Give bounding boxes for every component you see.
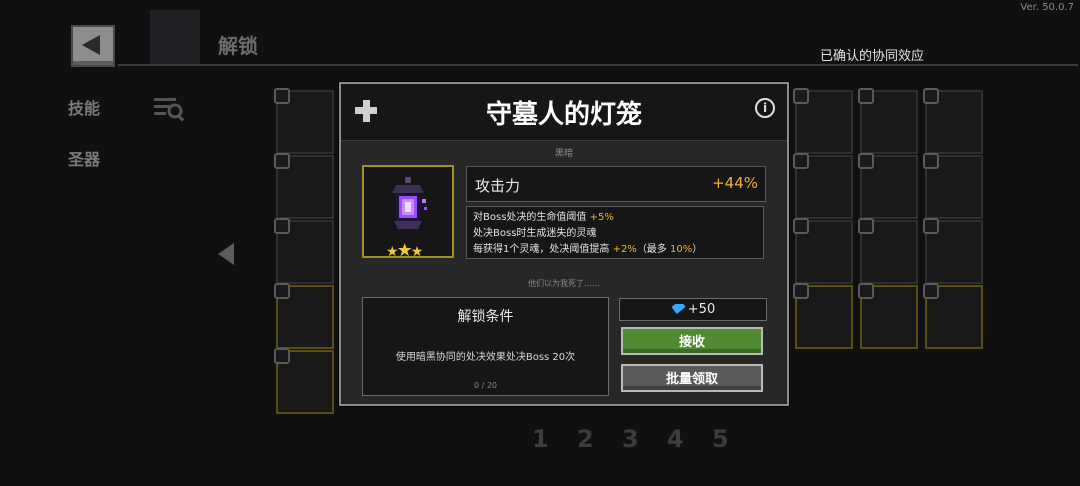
lock-icon xyxy=(858,218,874,234)
lock-icon xyxy=(274,283,290,299)
item-icon-frame: ★★★ xyxy=(362,165,454,261)
grid-slot xyxy=(274,218,334,284)
version-label: Ver. 50.0.7 xyxy=(1020,2,1074,13)
modal-title: 守墓人的灯笼 xyxy=(485,100,642,130)
lock-icon xyxy=(858,283,874,299)
grid-slot xyxy=(923,218,983,284)
prev-page-arrow-icon[interactable] xyxy=(218,243,234,265)
grid-slot xyxy=(858,283,918,349)
page-3[interactable]: 3 xyxy=(622,425,667,453)
confirmed-synergy-label[interactable]: 已确认的协同效应 xyxy=(820,45,924,64)
grid-slot xyxy=(858,153,918,219)
flavor-text: 他们以为我死了…… xyxy=(528,279,600,288)
reward-display: +50 xyxy=(619,298,767,321)
lock-icon xyxy=(274,218,290,234)
page-4[interactable]: 4 xyxy=(667,425,712,453)
grid-slot xyxy=(858,218,918,284)
lock-icon xyxy=(274,153,290,169)
effect-line-2: 处决Boss时生成迷失的灵魂 xyxy=(473,228,597,239)
gem-icon xyxy=(669,304,686,314)
grid-slot xyxy=(793,153,853,219)
grid-slot xyxy=(793,88,853,154)
lock-icon xyxy=(923,88,939,104)
page-1[interactable]: 1 xyxy=(532,425,577,453)
lock-icon xyxy=(274,348,290,364)
grid-slot xyxy=(923,88,983,154)
grid-slot xyxy=(274,88,334,154)
grid-slot xyxy=(274,283,334,349)
lock-icon xyxy=(858,153,874,169)
grid-slot xyxy=(923,283,983,349)
grid-slot xyxy=(793,218,853,284)
lock-icon xyxy=(923,153,939,169)
batch-claim-button[interactable]: 批量领取 xyxy=(621,364,763,392)
reward-amount: +50 xyxy=(687,302,716,317)
lock-icon xyxy=(793,218,809,234)
unlock-condition-panel: 解锁条件 使用暗黑协同的处决效果处决Boss 20次 0 / 20 xyxy=(362,297,609,396)
element-label: 黑暗 xyxy=(554,149,573,159)
grid-slot xyxy=(793,283,853,349)
unlock-condition-title: 解锁条件 xyxy=(457,309,514,325)
grid-slot xyxy=(923,153,983,219)
relic-detail-modal: 守墓人的灯笼 i 黑暗 ★★★ 攻击力 +44% 对Boss处决的生命值阈值 +… xyxy=(339,82,789,406)
unlock-condition-text: 使用暗黑协同的处决效果处决Boss 20次 xyxy=(395,352,576,363)
lock-icon xyxy=(923,283,939,299)
page-2[interactable]: 2 xyxy=(577,425,622,453)
page-title: 解锁 xyxy=(218,34,258,58)
effect-line-1: 对Boss处决的生命值阈值 +5% xyxy=(473,212,614,223)
pagination: 12345 xyxy=(532,425,757,453)
effect-description: 对Boss处决的生命值阈值 +5% 处决Boss时生成迷失的灵魂 每获得1个灵魂… xyxy=(466,206,764,259)
sidebar-item-skills[interactable]: 技能 xyxy=(68,95,100,119)
character-avatar xyxy=(150,10,200,66)
grid-slot xyxy=(274,153,334,219)
grid-slot xyxy=(274,348,334,414)
stat-value: +44% xyxy=(712,174,758,192)
lock-icon xyxy=(858,88,874,104)
filter-icon[interactable] xyxy=(152,94,186,122)
receive-button[interactable]: 接收 xyxy=(621,327,763,355)
stat-name: 攻击力 xyxy=(475,177,521,195)
back-arrow-icon xyxy=(82,35,100,55)
lantern-icon xyxy=(392,177,427,229)
header-divider xyxy=(118,64,1078,66)
effect-line-3: 每获得1个灵魂，处决阈值提高 +2%（最多 10%） xyxy=(473,244,703,255)
page-5[interactable]: 5 xyxy=(712,425,757,453)
lock-icon xyxy=(793,283,809,299)
lock-icon xyxy=(274,88,290,104)
stat-row: 攻击力 +44% xyxy=(466,166,766,202)
lock-icon xyxy=(793,88,809,104)
back-button[interactable] xyxy=(71,25,115,67)
modal-header: 守墓人的灯笼 i xyxy=(341,84,787,141)
rarity-stars: ★★★ xyxy=(386,240,423,261)
lock-icon xyxy=(923,218,939,234)
grid-slot xyxy=(858,88,918,154)
sidebar-item-relics[interactable]: 圣器 xyxy=(68,146,100,170)
unlock-progress: 0 / 20 xyxy=(473,381,498,390)
lock-icon xyxy=(793,153,809,169)
info-icon[interactable]: i xyxy=(755,98,775,118)
